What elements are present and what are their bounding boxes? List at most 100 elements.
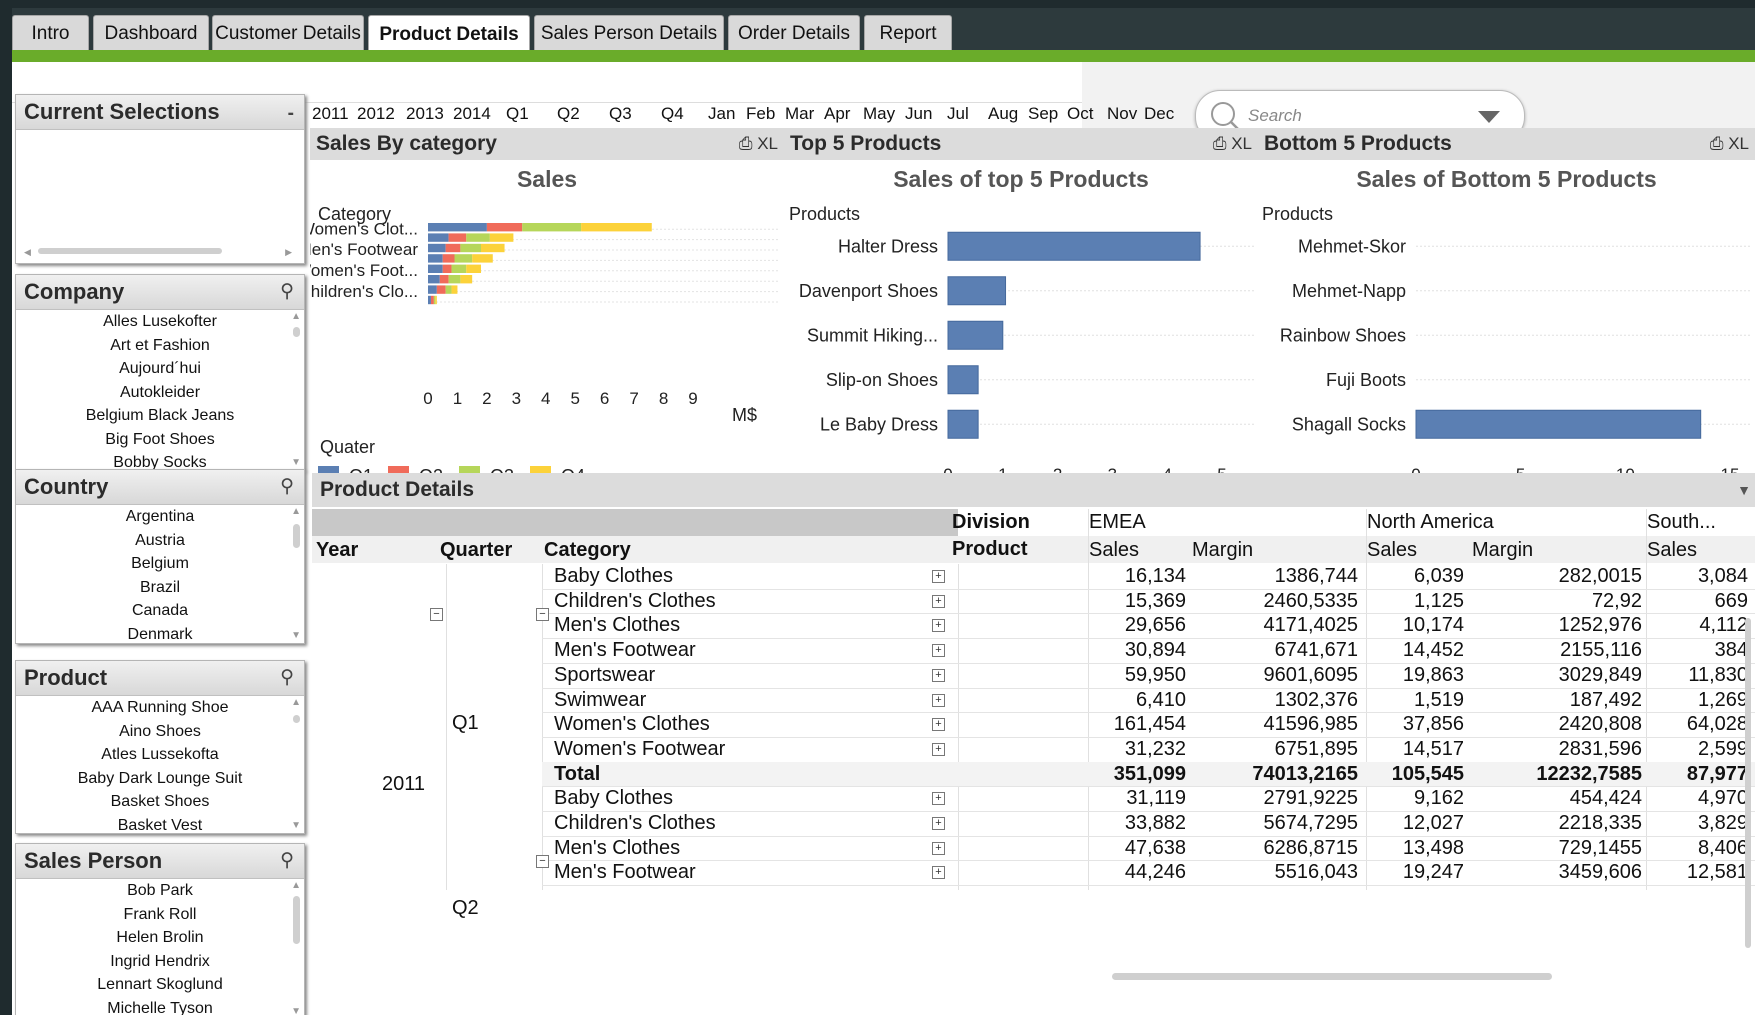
time-filter-2013[interactable]: 2013 [406,104,444,124]
expand-icon[interactable]: + [932,668,945,682]
category-cell[interactable]: Men's Clothes [554,837,680,860]
list-item[interactable]: Basket Shoes [16,790,304,814]
time-filter-2011[interactable]: 2011 [312,104,349,124]
sales-by-category-caption[interactable]: Sales By category ⎙ XL [310,128,784,160]
vertical-scroll-thumb[interactable] [293,327,300,337]
list-item[interactable]: Helen Brolin [16,926,304,950]
list-item[interactable]: Ingrid Hendrix [16,950,304,974]
time-filter-q3[interactable]: Q3 [609,104,632,124]
collapse-icon[interactable]: − [536,855,549,868]
expand-icon[interactable]: + [932,693,945,707]
search-icon[interactable]: ⚲ [280,275,294,309]
sales-by-category-chart[interactable]: Women's Clot... Men's Footwear Women's Foo… [310,218,784,418]
expand-icon[interactable]: + [932,841,945,855]
list-item[interactable]: Atles Lussekofta [16,743,304,767]
scroll-down-icon[interactable]: ▼ [291,457,301,468]
quarter-cell[interactable]: Q1 [452,712,479,735]
list-item[interactable]: Denmark [16,623,304,647]
tab-product-details[interactable]: Product Details [368,15,530,53]
list-item[interactable]: Michelle Tyson [16,997,304,1015]
list-item[interactable]: Baby Dark Lounge Suit [16,767,304,791]
list-item[interactable]: Aino Shoes [16,720,304,744]
vertical-scroll-thumb[interactable] [293,715,300,723]
quarter-cell[interactable]: Q2 [452,897,479,920]
time-filter-mar[interactable]: Mar [785,104,814,124]
list-item[interactable]: Aujourd´hui [16,357,304,381]
time-filter-2014[interactable]: 2014 [453,104,491,124]
category-cell[interactable]: Men's Footwear [554,861,696,884]
time-filter-oct[interactable]: Oct [1067,104,1093,124]
expand-icon[interactable]: + [932,644,945,658]
list-item[interactable]: Austria [16,529,304,553]
top5-caption[interactable]: Top 5 Products ⎙ XL [784,128,1258,160]
list-item[interactable]: Big Foot Shoes [16,428,304,452]
category-cell[interactable]: Children's Clothes [554,812,716,835]
top5-products-chart[interactable]: Halter Dress Davenport Shoes Summit Hiking… [784,218,1258,478]
year-cell[interactable]: 2011 [382,773,425,796]
quarter-header[interactable]: Quarter [440,539,512,562]
expand-icon[interactable]: + [932,619,945,633]
bottom5-caption[interactable]: Bottom 5 Products ⎙ XL [1258,128,1755,160]
category-cell[interactable]: Baby Clothes [554,787,673,810]
minimize-icon[interactable]: - [288,97,294,131]
time-filter-q2[interactable]: Q2 [557,104,580,124]
tab-sales-person-details[interactable]: Sales Person Details [534,15,724,51]
category-header[interactable]: Category [544,539,631,562]
chevron-down-icon[interactable] [1478,111,1500,123]
scroll-left-icon[interactable]: ◀ [24,247,31,258]
scroll-right-icon[interactable]: ▶ [285,247,292,258]
expand-icon[interactable]: + [932,718,945,732]
year-header[interactable]: Year [316,539,358,562]
time-filter-aug[interactable]: Aug [988,104,1018,124]
vertical-scroll-thumb[interactable] [293,524,300,548]
list-item[interactable]: Basket Vest [16,814,304,838]
print-xl-icon[interactable]: ⎙ XL [1213,128,1252,160]
scroll-up-icon[interactable]: ▲ [291,506,301,517]
list-item[interactable]: Frank Roll [16,903,304,927]
tab-order-details[interactable]: Order Details [728,15,860,51]
scroll-up-icon[interactable]: ▲ [291,880,301,891]
time-filter-q4[interactable]: Q4 [661,104,684,124]
scroll-down-icon[interactable]: ▼ [291,1006,301,1015]
search-icon[interactable]: ⚲ [280,844,294,878]
expand-icon[interactable]: + [932,817,945,830]
list-item[interactable]: Belgium Black Jeans [16,404,304,428]
list-item[interactable]: Brazil [16,576,304,600]
time-filter-nov[interactable]: Nov [1107,104,1137,124]
category-cell[interactable]: Men's Clothes [554,614,680,637]
scroll-up-icon[interactable]: ▲ [291,311,301,322]
time-filter-feb[interactable]: Feb [746,104,775,124]
list-item[interactable]: Belgium [16,552,304,576]
bottom5-products-chart[interactable]: Mehmet-Skor Mehmet-Napp Rainbow Shoes Fuji … [1258,218,1755,478]
search-icon[interactable]: ⚲ [280,470,294,504]
list-item[interactable]: Art et Fashion [16,334,304,358]
tab-dashboard[interactable]: Dashboard [93,15,209,51]
chevron-down-icon[interactable]: ▼ [1737,473,1751,507]
expand-icon[interactable]: + [932,792,945,806]
collapse-icon[interactable]: − [430,608,443,621]
tab-report[interactable]: Report [864,15,952,51]
list-item[interactable]: Bob Park [16,879,304,903]
category-cell[interactable]: Women's Clothes [554,713,710,736]
scroll-down-icon[interactable]: ▼ [291,820,301,831]
total-label[interactable]: Total [554,763,600,786]
list-item[interactable]: Autokleider [16,381,304,405]
category-cell[interactable]: Swimwear [554,689,646,712]
expand-icon[interactable]: + [932,570,945,583]
time-filter-may[interactable]: May [863,104,895,124]
category-cell[interactable]: Men's Footwear [554,639,696,662]
expand-icon[interactable]: + [932,594,945,608]
vertical-scroll-thumb[interactable] [293,896,300,944]
tab-intro[interactable]: Intro [12,15,89,51]
table-horizontal-scrollbar[interactable] [1112,973,1552,980]
horizontal-scrollbar[interactable]: ◀ ▶ [24,247,292,258]
list-item[interactable]: Argentina [16,505,304,529]
table-vertical-scrollbar[interactable] [1745,618,1751,948]
time-filter-apr[interactable]: Apr [824,104,850,124]
scroll-thumb[interactable] [38,248,222,254]
search-icon[interactable]: ⚲ [280,661,294,695]
time-filter-jan[interactable]: Jan [708,104,735,124]
time-filter-q1[interactable]: Q1 [506,104,529,124]
expand-icon[interactable]: + [932,866,945,880]
time-filter-sep[interactable]: Sep [1028,104,1058,124]
